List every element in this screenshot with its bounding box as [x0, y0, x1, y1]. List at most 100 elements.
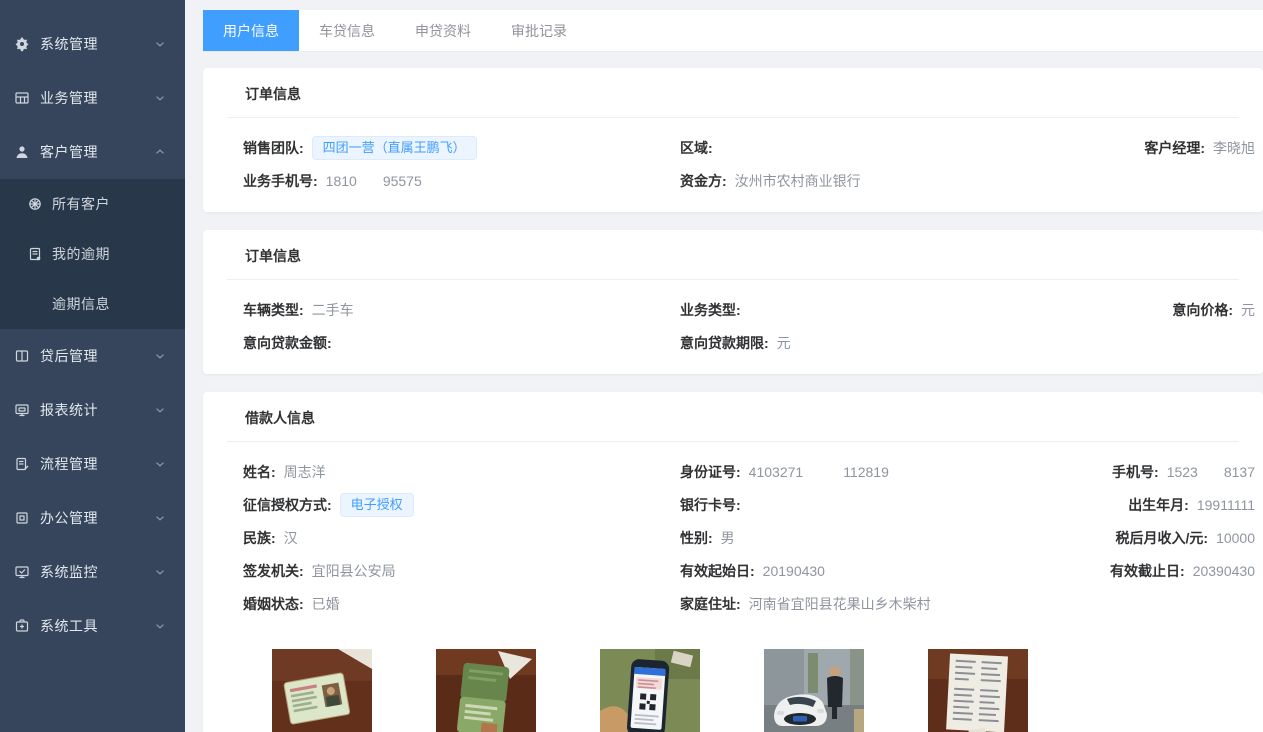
- field-empty: [1105, 326, 1263, 359]
- field-value: 汉: [284, 528, 298, 548]
- sidebar-item-system-tools[interactable]: 系统工具: [0, 599, 185, 653]
- sidebar-item-process-mgmt[interactable]: 流程管理: [0, 437, 185, 491]
- chevron-down-icon: [153, 511, 167, 525]
- field-gender: 性别: 男: [680, 521, 1105, 554]
- redaction-blur: [1198, 465, 1224, 477]
- field-credit-auth: 征信授权方式: 电子授权: [243, 488, 680, 521]
- field-label: 身份证号:: [680, 462, 741, 482]
- field-value: 已婚: [312, 594, 340, 614]
- field-value: 20190430: [763, 563, 825, 579]
- card-title: 借款人信息: [227, 392, 1239, 442]
- field-label: 资金方:: [680, 171, 727, 191]
- sidebar-item-system-monitor[interactable]: 系统监控: [0, 545, 185, 599]
- tab-loan-application-docs[interactable]: 申贷资料: [395, 10, 491, 51]
- field-empty: [1105, 587, 1263, 620]
- sidebar-item-report-stats[interactable]: 报表统计: [0, 383, 185, 437]
- field-label: 性别:: [680, 528, 713, 548]
- toolbox-icon: [14, 618, 30, 634]
- field-intent-loan-amount: 意向贷款金额:: [243, 326, 680, 359]
- sidebar-item-system-mgmt[interactable]: 系统管理: [0, 17, 185, 71]
- field-label: 民族:: [243, 528, 276, 548]
- field-label: 区域:: [680, 138, 713, 158]
- field-value: 元: [1241, 300, 1255, 320]
- sidebar: 系统管理 业务管理 客户管理 所有客户 我的逾期 逾期信息: [0, 0, 185, 732]
- field-label: 征信授权方式:: [243, 495, 332, 515]
- field-marital-status: 婚姻状态: 已婚: [243, 587, 680, 620]
- field-sales-team: 销售团队: 四团一营（直属王鹏飞）: [243, 131, 680, 164]
- main-content: 用户信息 车贷信息 申贷资料 审批记录 订单信息 销售团队: 四团一营（直属王鹏…: [185, 0, 1263, 732]
- field-label: 客户经理:: [1144, 138, 1205, 158]
- field-value: 周志洋: [284, 462, 326, 482]
- sidebar-item-label: 系统监控: [40, 562, 98, 582]
- order1-fields: 销售团队: 四团一营（直属王鹏飞） 区域: 客户经理: 李晓旭 业务手机号: 1…: [203, 118, 1263, 212]
- field-id-number: 身份证号: 4103271112819: [680, 455, 1105, 488]
- field-intent-loan-term: 意向贷款期限: 元: [680, 326, 1105, 359]
- field-value: 19911111: [1197, 497, 1255, 513]
- field-value: 元: [777, 333, 791, 353]
- user-icon: [14, 144, 30, 160]
- borrower-photos: 身份证图: [203, 635, 1263, 732]
- photo-auth-qr[interactable]: 授权图片: [600, 649, 700, 732]
- monitor-check-icon: [14, 564, 30, 580]
- photo-id-card[interactable]: 身份证图: [272, 649, 372, 732]
- field-label: 出生年月:: [1128, 495, 1189, 515]
- field-label: 意向贷款期限:: [680, 333, 769, 353]
- field-value: 181095575: [326, 173, 422, 189]
- monitor-icon: [14, 402, 30, 418]
- order-info-card-2: 订单信息 车辆类型: 二手车 业务类型: 意向价格: 元 意向贷款金额: 意向贷…: [203, 230, 1263, 374]
- field-label: 姓名:: [243, 462, 276, 482]
- field-account-manager: 客户经理: 李晓旭: [1105, 131, 1263, 164]
- drivers-license-thumbnail: [436, 649, 536, 732]
- credit-auth-tag[interactable]: 电子授权: [340, 493, 414, 517]
- chevron-down-icon: [153, 403, 167, 417]
- field-value: 20390430: [1193, 563, 1255, 579]
- order-info-card-1: 订单信息 销售团队: 四团一营（直属王鹏飞） 区域: 客户经理: 李晓旭 业务手…: [203, 68, 1263, 212]
- field-label: 家庭住址:: [680, 594, 741, 614]
- tab-car-loan-info[interactable]: 车贷信息: [299, 10, 395, 51]
- field-label: 车辆类型:: [243, 300, 304, 320]
- tab-user-info[interactable]: 用户信息: [203, 10, 299, 51]
- chevron-down-icon: [153, 565, 167, 579]
- borrower-fields: 姓名: 周志洋 身份证号: 4103271112819 手机号: 1523813…: [203, 442, 1263, 635]
- tab-approval-records[interactable]: 审批记录: [491, 10, 587, 51]
- sidebar-item-business-mgmt[interactable]: 业务管理: [0, 71, 185, 125]
- field-label: 银行卡号:: [680, 495, 741, 515]
- photo-drivers-license[interactable]: 驾驶证图片: [436, 649, 536, 732]
- field-label: 手机号:: [1112, 462, 1159, 482]
- chevron-down-icon: [153, 619, 167, 633]
- sidebar-item-label: 业务管理: [40, 88, 98, 108]
- sales-team-tag[interactable]: 四团一营（直属王鹏飞）: [312, 136, 477, 160]
- sidebar-item-all-customers[interactable]: 所有客户: [0, 179, 185, 229]
- sidebar-item-label: 系统工具: [40, 616, 98, 636]
- field-label: 有效起始日:: [680, 561, 755, 581]
- sidebar-item-label: 办公管理: [40, 508, 98, 528]
- chevron-down-icon: [153, 457, 167, 471]
- sidebar-item-office-mgmt[interactable]: 办公管理: [0, 491, 185, 545]
- sidebar-item-customer-mgmt[interactable]: 客户管理: [0, 125, 185, 179]
- field-label: 税后月收入/元:: [1116, 528, 1209, 548]
- field-value: 宜阳县公安局: [312, 561, 396, 581]
- sidebar-item-overdue-info[interactable]: 逾期信息: [0, 279, 185, 329]
- field-monthly-income: 税后月收入/元: 10000: [1105, 521, 1263, 554]
- field-mobile: 手机号: 15238137: [1105, 455, 1263, 488]
- sidebar-item-label: 系统管理: [40, 34, 98, 54]
- field-bank-card: 银行卡号:: [680, 488, 1105, 521]
- field-valid-from: 有效起始日: 20190430: [680, 554, 1105, 587]
- sidebar-item-postloan-mgmt[interactable]: 贷后管理: [0, 329, 185, 383]
- photo-person-car[interactable]: 人车合影: [764, 649, 864, 732]
- id-card-thumbnail: [272, 649, 372, 732]
- chevron-up-icon: [153, 145, 167, 159]
- field-label: 业务手机号:: [243, 171, 318, 191]
- field-birth-date: 出生年月: 19911111: [1105, 488, 1263, 521]
- field-business-type: 业务类型:: [680, 293, 1105, 326]
- squares-icon: [14, 510, 30, 526]
- sidebar-item-my-overdue[interactable]: 我的逾期: [0, 229, 185, 279]
- field-name: 姓名: 周志洋: [243, 455, 680, 488]
- tab-bar: 用户信息 车贷信息 申贷资料 审批记录: [203, 10, 1263, 52]
- person-car-thumbnail: [764, 649, 864, 732]
- field-funder: 资金方: 汝州市农村商业银行: [680, 164, 1105, 197]
- photo-other-doc[interactable]: 其他材料: [928, 649, 1028, 732]
- sidebar-item-label: 我的逾期: [52, 244, 110, 264]
- field-label: 业务类型:: [680, 300, 741, 320]
- field-label: 销售团队:: [243, 138, 304, 158]
